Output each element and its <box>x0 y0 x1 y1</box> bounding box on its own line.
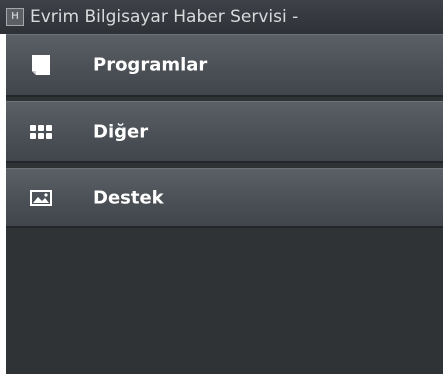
app-icon: H <box>6 8 24 26</box>
menu-item-diger[interactable]: Diğer <box>6 101 443 163</box>
menu-item-label: Diğer <box>93 121 149 142</box>
menu-item-destek[interactable]: Destek <box>6 168 443 228</box>
menu-item-programlar[interactable]: Programlar <box>6 34 443 97</box>
title-bar[interactable]: H Evrim Bilgisayar Haber Servisi - <box>0 0 443 35</box>
menu-panel: Programlar Diğer Destek <box>6 34 443 374</box>
app-window: H Evrim Bilgisayar Haber Servisi - Progr… <box>0 0 443 374</box>
apps-grid-icon <box>28 121 54 143</box>
menu-item-label: Programlar <box>93 54 208 76</box>
document-icon <box>28 54 54 76</box>
menu-item-label: Destek <box>93 187 164 208</box>
window-title: Evrim Bilgisayar Haber Servisi - <box>30 7 299 27</box>
image-icon <box>28 187 54 209</box>
